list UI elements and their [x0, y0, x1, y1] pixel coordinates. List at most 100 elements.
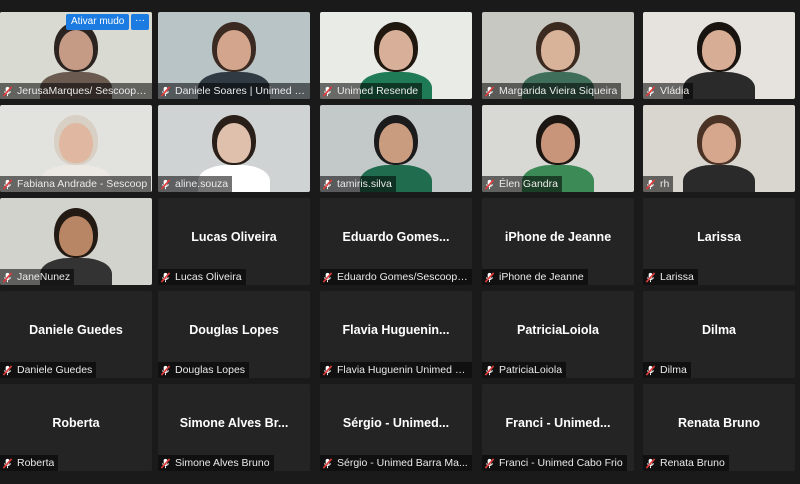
participant-name-tile[interactable]: PatriciaLoiola PatriciaLoiola: [482, 291, 634, 378]
mic-muted-icon: [2, 178, 13, 190]
participant-name-tile[interactable]: Eduardo Gomes... Eduardo Gomes/Sescoop/Rj: [320, 198, 472, 285]
participant-name-label: rh: [660, 178, 670, 190]
participant-name-bar: iPhone de Jeanne: [482, 269, 588, 285]
participant-display-name: Douglas Lopes: [189, 323, 279, 337]
participant-video-tile[interactable]: Élen Gandra: [482, 105, 634, 192]
mic-muted-icon: [484, 271, 495, 283]
participant-name-label: Dilma: [660, 364, 687, 376]
participant-video-tile[interactable]: Vládia: [643, 12, 795, 99]
participant-name-tile[interactable]: Simone Alves Br... Simone Alves Bruno: [158, 384, 310, 471]
participant-name-bar: JaneNunez: [0, 269, 75, 285]
mute-toggle-button[interactable]: Ativar mudo: [66, 14, 130, 30]
participant-display-name: PatriciaLoiola: [517, 323, 599, 337]
participant-face: [541, 30, 575, 70]
participant-display-name: iPhone de Jeanne: [504, 230, 612, 244]
participant-name-bar: Sérgio - Unimed Barra Ma...: [320, 455, 472, 471]
mic-muted-icon: [2, 457, 13, 469]
participant-name-tile[interactable]: Franci - Unimed... Franci - Unimed Cabo F…: [482, 384, 634, 471]
participant-name-label: Roberta: [17, 457, 55, 469]
mic-muted-icon: [160, 178, 171, 190]
participant-name-tile[interactable]: Larissa Larissa: [643, 198, 795, 285]
participant-face: [217, 123, 251, 163]
participant-name-bar: JerusaMarques/ SescoopRJ: [0, 83, 152, 99]
participant-name-tile[interactable]: Dilma Dilma: [643, 291, 795, 378]
participant-display-name: Simone Alves Br...: [179, 416, 289, 430]
participant-name-label: Lucas Oliveira: [175, 271, 242, 283]
participant-video-tile[interactable]: Unimed Resende: [320, 12, 472, 99]
mic-muted-icon: [2, 271, 13, 283]
participant-face: [217, 30, 251, 70]
mic-muted-icon: [160, 85, 171, 97]
participant-name-label: PatriciaLoiola: [499, 364, 563, 376]
participant-name-bar: Flavia Huguenin Unimed Se...: [320, 362, 472, 378]
participant-display-name: Daniele Guedes: [29, 323, 123, 337]
participant-video-tile[interactable]: tamiris.silva: [320, 105, 472, 192]
participant-name-label: Fabiana Andrade - Sescoop: [17, 178, 148, 190]
mic-muted-icon: [322, 178, 333, 190]
participant-name-label: Douglas Lopes: [175, 364, 246, 376]
participant-name-label: tamiris.silva: [337, 178, 392, 190]
participant-name-tile[interactable]: Douglas Lopes Douglas Lopes: [158, 291, 310, 378]
participant-display-name: Dilma: [701, 323, 737, 337]
participant-name-tile[interactable]: Flavia Huguenin... Flavia Huguenin Unimed…: [320, 291, 472, 378]
participant-name-bar: Unimed Resende: [320, 83, 423, 99]
participant-name-label: Sérgio - Unimed Barra Ma...: [337, 457, 468, 469]
participant-name-bar: rh: [643, 176, 674, 192]
participant-video-tile[interactable]: Fabiana Andrade - Sescoop: [0, 105, 152, 192]
participant-name-label: Daniele Soares | Unimed P...: [175, 85, 306, 97]
participant-name-bar: Simone Alves Bruno: [158, 455, 274, 471]
participant-display-name: Lucas Oliveira: [191, 230, 277, 244]
mic-muted-icon: [484, 364, 495, 376]
participant-name-bar: Renata Bruno: [643, 455, 729, 471]
participant-name-label: Eduardo Gomes/Sescoop/Rj: [337, 271, 468, 283]
participant-name-bar: aline.souza: [158, 176, 233, 192]
participant-name-bar: Eduardo Gomes/Sescoop/Rj: [320, 269, 472, 285]
participant-video-tile[interactable]: Margarida Vieira Siqueira: [482, 12, 634, 99]
more-options-button[interactable]: ···: [131, 14, 149, 30]
participant-display-name: Eduardo Gomes...: [342, 230, 450, 244]
mic-muted-icon: [484, 85, 495, 97]
mic-muted-icon: [322, 457, 333, 469]
participant-name-label: Daniele Guedes: [17, 364, 93, 376]
participant-face: [541, 123, 575, 163]
participant-name-tile[interactable]: iPhone de Jeanne iPhone de Jeanne: [482, 198, 634, 285]
participant-display-name: Sérgio - Unimed...: [342, 416, 450, 430]
participant-name-bar: Franci - Unimed Cabo Frio: [482, 455, 627, 471]
mic-muted-icon: [322, 364, 333, 376]
mic-muted-icon: [484, 457, 495, 469]
participant-name-label: aline.souza: [175, 178, 229, 190]
participant-video-tile[interactable]: rh: [643, 105, 795, 192]
participant-name-tile[interactable]: Lucas Oliveira Lucas Oliveira: [158, 198, 310, 285]
participant-name-bar: Daniele Guedes: [0, 362, 97, 378]
participant-face: [59, 123, 93, 163]
participant-name-bar: Douglas Lopes: [158, 362, 250, 378]
participant-name-label: JerusaMarques/ SescoopRJ: [17, 85, 148, 97]
participant-name-label: Vládia: [660, 85, 690, 97]
participant-face: [702, 30, 736, 70]
mic-muted-icon: [645, 271, 656, 283]
participant-name-tile[interactable]: Daniele Guedes Daniele Guedes: [0, 291, 152, 378]
participant-body: [683, 165, 755, 192]
participant-name-tile[interactable]: Sérgio - Unimed... Sérgio - Unimed Barra …: [320, 384, 472, 471]
participant-video-tile[interactable]: JerusaMarques/ SescoopRJ Ativar mudo ···: [0, 12, 152, 99]
participant-name-tile[interactable]: Renata Bruno Renata Bruno: [643, 384, 795, 471]
participant-name-bar: Larissa: [643, 269, 698, 285]
participant-face: [379, 30, 413, 70]
mic-muted-icon: [160, 271, 171, 283]
participant-name-label: iPhone de Jeanne: [499, 271, 584, 283]
participant-name-bar: Daniele Soares | Unimed P...: [158, 83, 310, 99]
mic-muted-icon: [2, 85, 13, 97]
participant-name-bar: Margarida Vieira Siqueira: [482, 83, 622, 99]
participant-name-bar: Roberta: [0, 455, 59, 471]
participant-display-name: Franci - Unimed...: [505, 416, 611, 430]
participant-name-tile[interactable]: Roberta Roberta: [0, 384, 152, 471]
participant-video-tile[interactable]: JaneNunez: [0, 198, 152, 285]
participant-name-label: Unimed Resende: [337, 85, 419, 97]
participant-video-tile[interactable]: Daniele Soares | Unimed P...: [158, 12, 310, 99]
participant-name-label: Margarida Vieira Siqueira: [499, 85, 618, 97]
mic-muted-icon: [322, 271, 333, 283]
participant-video-tile[interactable]: aline.souza: [158, 105, 310, 192]
participant-face: [59, 216, 93, 256]
participant-name-bar: Élen Gandra: [482, 176, 562, 192]
participant-display-name: Flavia Huguenin...: [342, 323, 450, 337]
